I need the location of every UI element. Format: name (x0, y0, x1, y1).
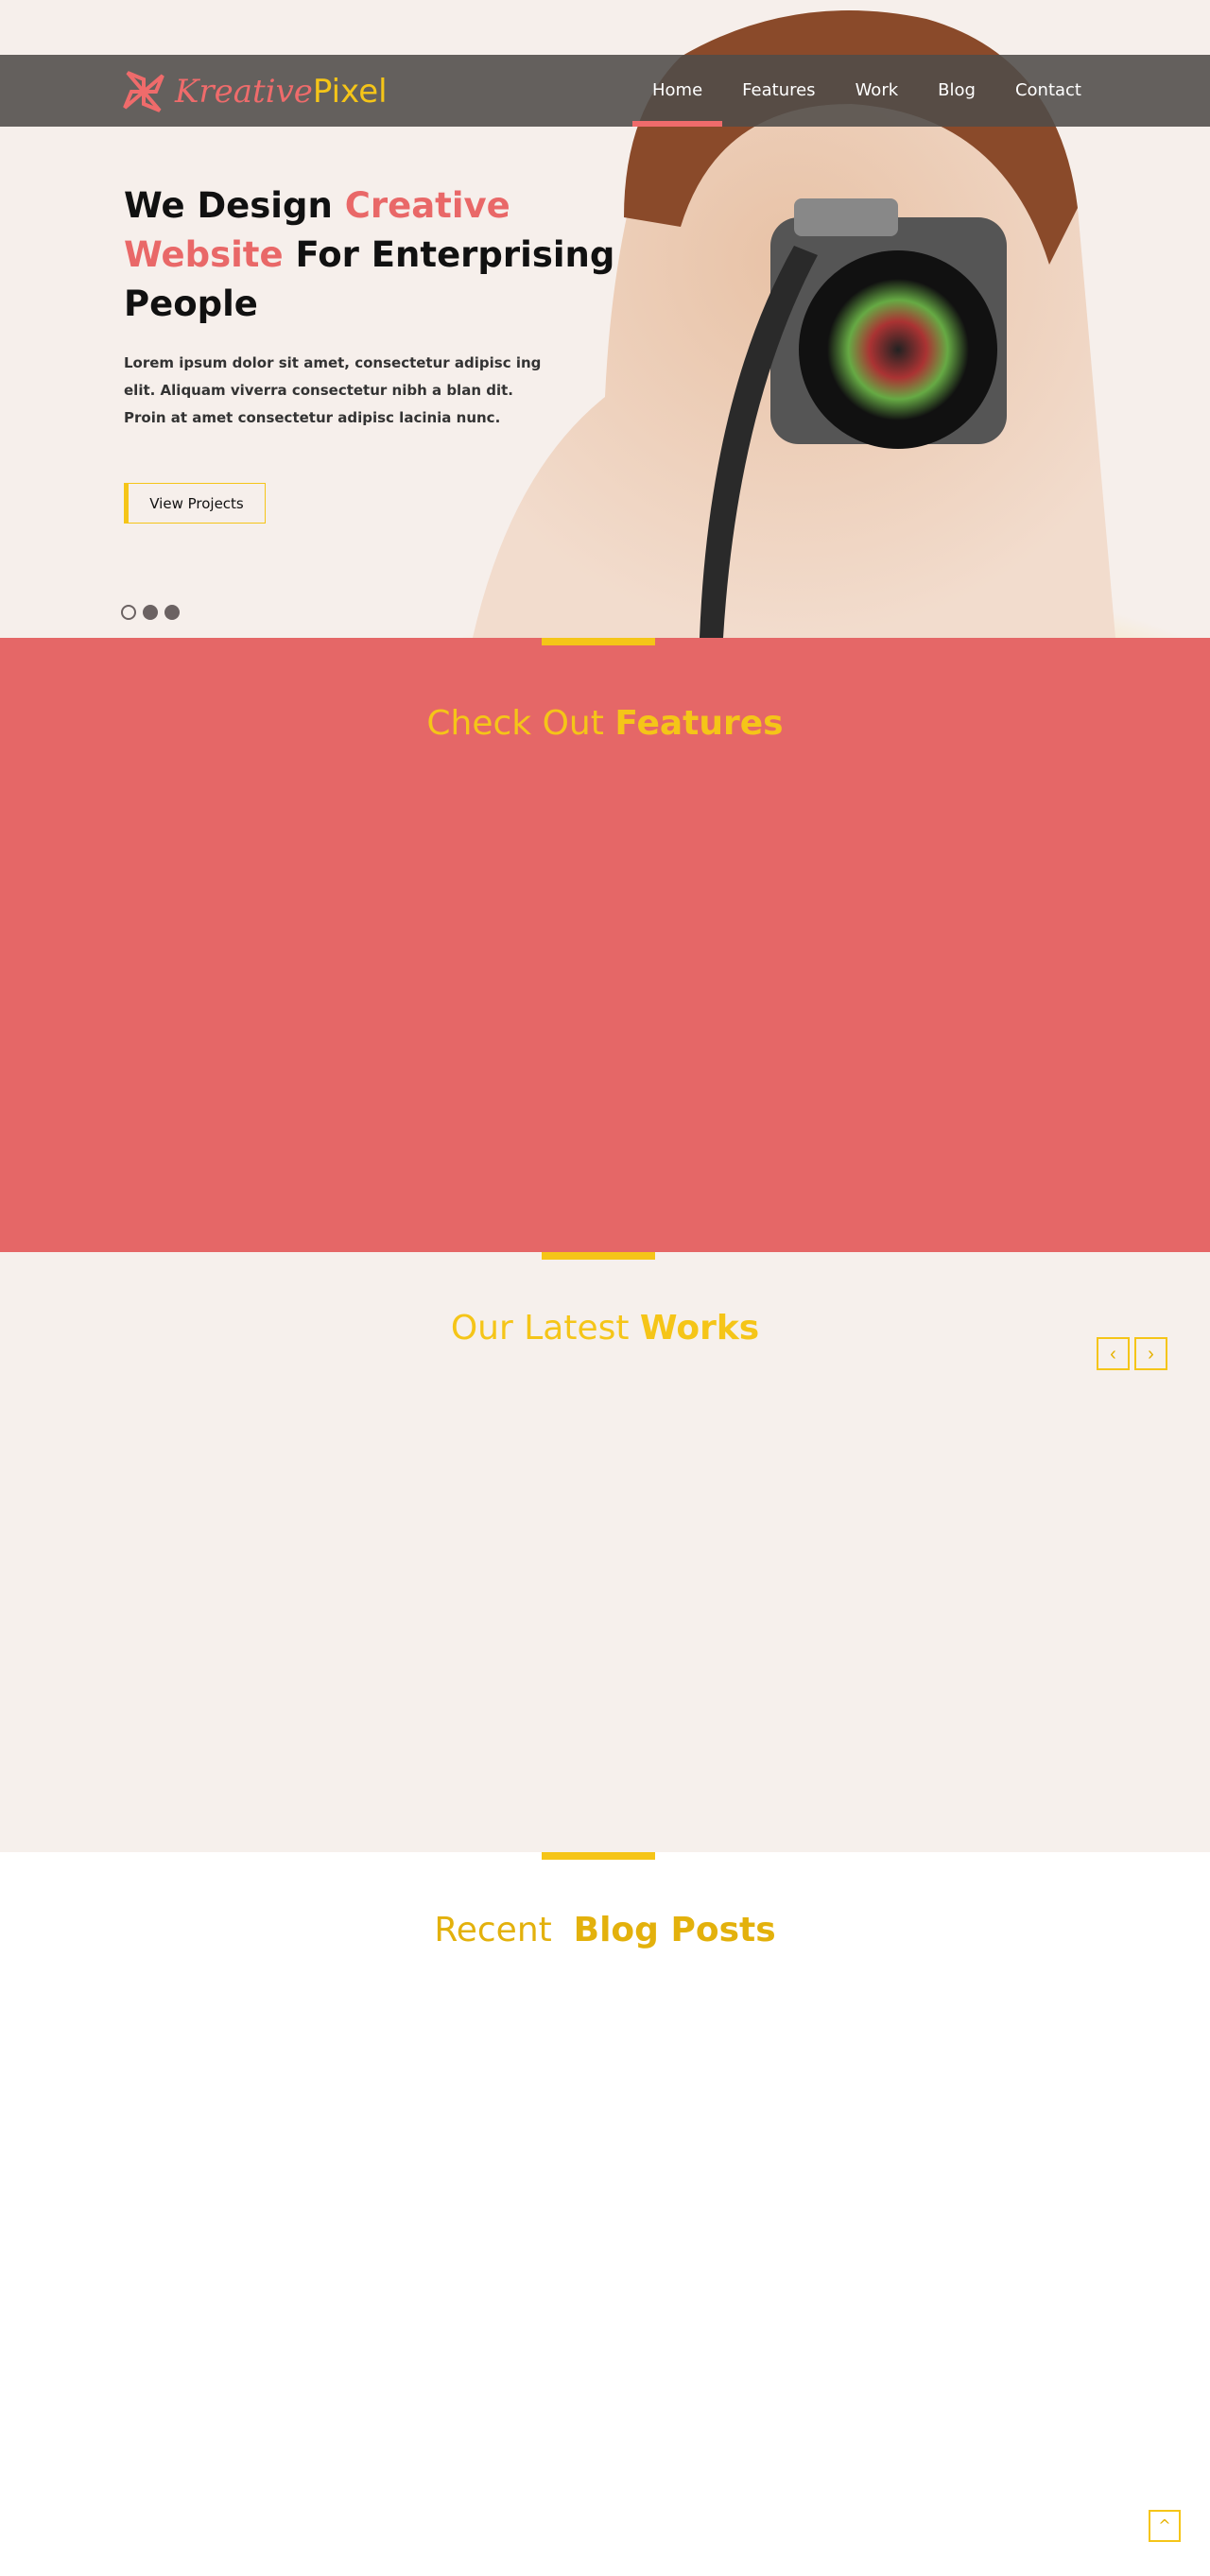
works-section: Our Latest Works ‹ › (0, 1252, 1210, 1852)
hero-text: Lorem ipsum dolor sit amet, consectetur … (124, 354, 542, 426)
slide-dot-1[interactable] (121, 605, 136, 620)
features-section: Check Out Features (0, 638, 1210, 1252)
works-next-button[interactable]: › (1134, 1337, 1167, 1370)
section-accent-bar (542, 1252, 655, 1260)
pinwheel-logo-icon (123, 71, 164, 112)
nav-features[interactable]: Features (722, 55, 835, 127)
works-title: Our Latest Works (450, 1309, 760, 1348)
nav-home[interactable]: Home (632, 55, 723, 127)
logo[interactable]: KreativePixel (120, 68, 388, 115)
slide-dot-2[interactable] (143, 605, 158, 620)
blog-section: Recent Blog Posts (0, 1852, 1210, 2576)
nav-contact[interactable]: Contact (995, 55, 1101, 127)
section-accent-bar (542, 638, 655, 645)
slide-dot-3[interactable] (164, 605, 180, 620)
slider-dots (121, 605, 180, 620)
view-projects-button[interactable]: View Projects (124, 483, 266, 524)
nav-blog[interactable]: Blog (918, 55, 995, 127)
brand-name: KreativePixel (175, 73, 388, 111)
main-menu: Home Features Work Blog Contact (632, 55, 1101, 127)
works-prev-button[interactable]: ‹ (1097, 1337, 1130, 1370)
hero: KreativePixel Home Features Work Blog Co… (0, 0, 1210, 638)
top-navbar: KreativePixel Home Features Work Blog Co… (0, 55, 1210, 127)
chevron-up-icon: ^ (1158, 2516, 1171, 2534)
section-accent-bar (542, 1852, 655, 1860)
back-to-top-button[interactable]: ^ (1149, 2510, 1181, 2542)
blog-title: Recent Blog Posts (434, 1911, 776, 1949)
hero-heading: We Design Creative Website For Enterpris… (124, 185, 615, 324)
features-title: Check Out Features (426, 704, 784, 743)
nav-work[interactable]: Work (836, 55, 919, 127)
